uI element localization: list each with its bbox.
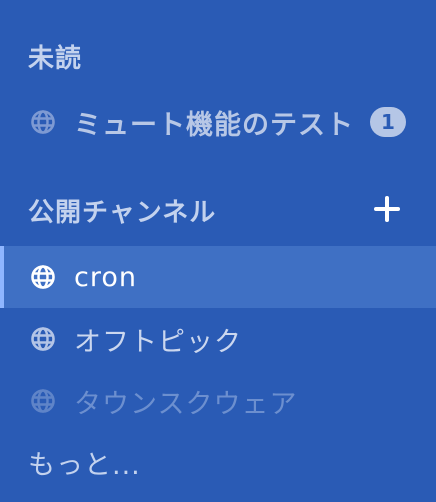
channel-item-town-square[interactable]: タウンスクウェア xyxy=(0,370,436,432)
channel-label: タウンスクウェア xyxy=(74,388,298,420)
channel-label: cron xyxy=(74,261,137,293)
channel-item-off-topic[interactable]: オフトピック xyxy=(0,308,436,370)
more-channels-link[interactable]: もっと... xyxy=(28,443,141,482)
unread-section-header: 未読 xyxy=(28,44,83,74)
unread-count-badge: 1 xyxy=(370,107,406,137)
channel-item-mute-test[interactable]: ミュート機能のテスト 1 xyxy=(0,91,436,153)
add-channel-button[interactable] xyxy=(372,194,402,224)
globe-icon xyxy=(30,109,56,135)
public-channels-header: 公開チャンネル xyxy=(28,198,217,228)
globe-icon xyxy=(30,326,56,352)
globe-icon xyxy=(30,264,56,290)
channel-label: オフトピック xyxy=(74,326,242,358)
channel-label: ミュート機能のテスト xyxy=(74,109,354,141)
channel-item-cron[interactable]: cron xyxy=(0,246,436,308)
globe-icon xyxy=(30,388,56,414)
